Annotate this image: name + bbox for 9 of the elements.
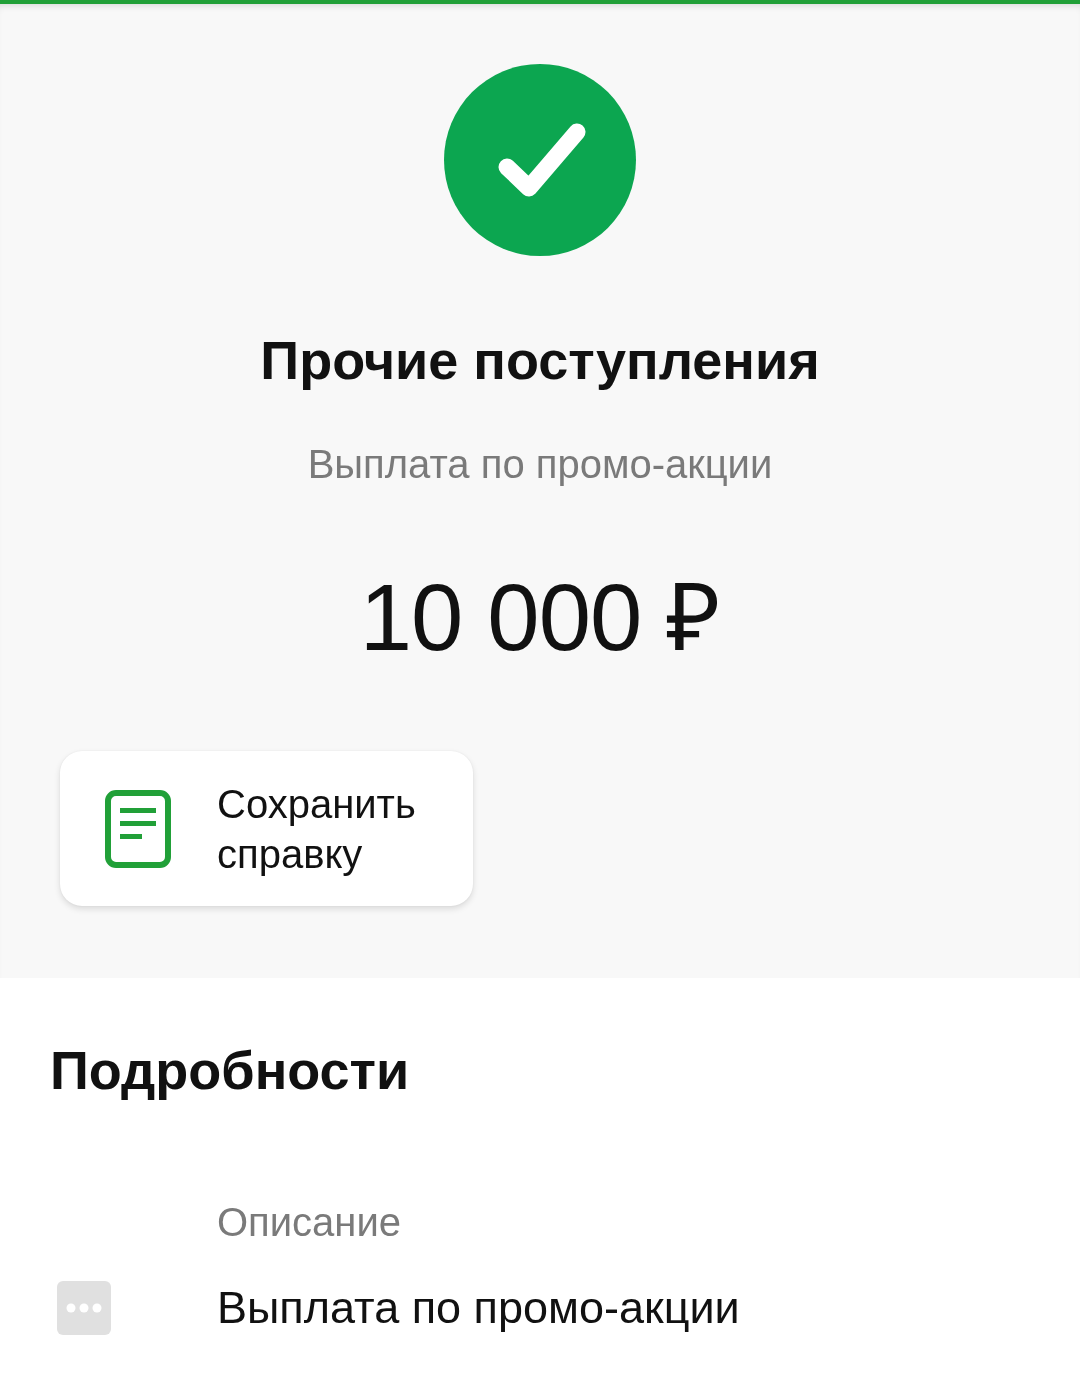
transaction-title: Прочие поступления — [260, 329, 820, 392]
transaction-subtitle: Выплата по промо-акции — [307, 441, 773, 488]
details-heading: Подробности — [50, 1039, 411, 1102]
save-receipt-button[interactable]: Сохранить справку — [60, 751, 473, 906]
detail-value: Выплата по промо-акции — [217, 1281, 740, 1335]
success-check-icon — [444, 64, 636, 256]
document-icon — [105, 789, 171, 868]
amount-text: 10 000 ₽ — [359, 564, 721, 672]
detail-label: Описание — [217, 1199, 402, 1246]
